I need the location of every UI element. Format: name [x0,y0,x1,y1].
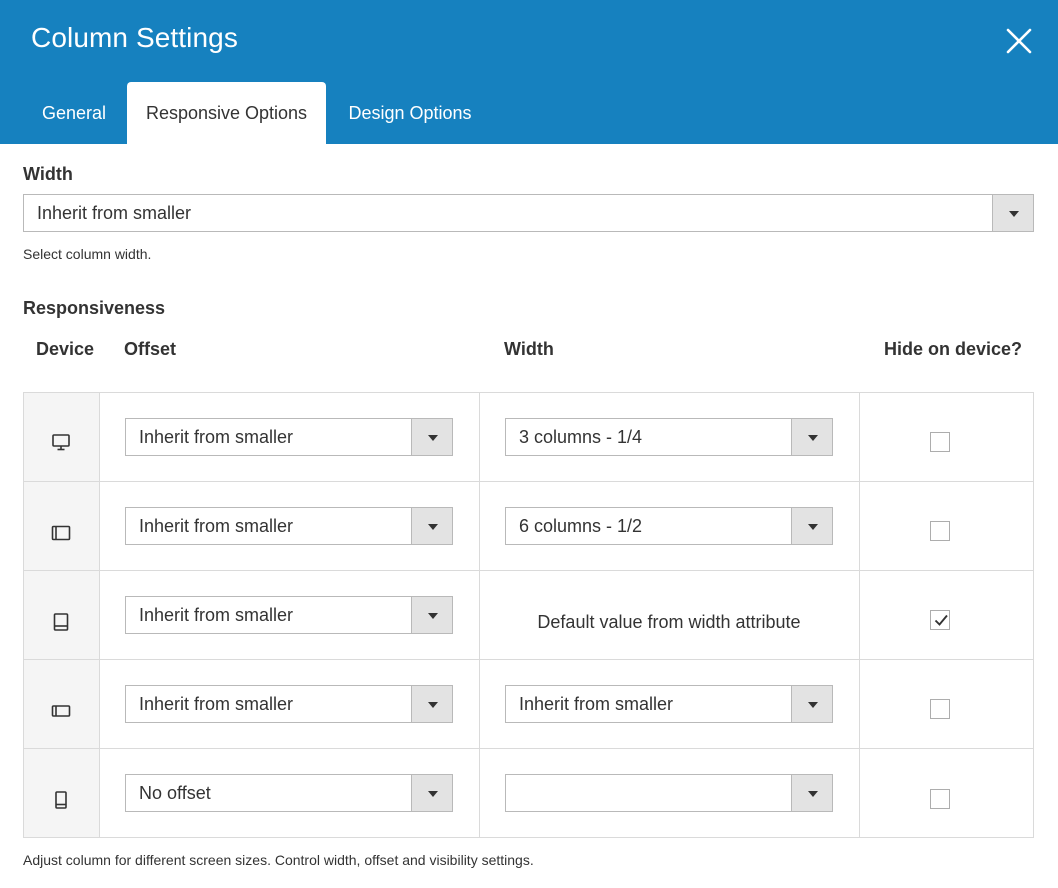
width-column-header: Width [504,339,554,359]
width-label: Width [23,164,73,184]
hide-checkbox-tablet-portrait[interactable] [930,610,950,630]
chevron-down-icon[interactable] [411,597,452,633]
width-select-tablet-landscape[interactable]: 6 columns - 1/2 [505,507,833,545]
hide-checkbox-mobile-portrait[interactable] [930,789,950,809]
width-select-value: Inherit from smaller [37,203,192,223]
chevron-down-icon[interactable] [791,775,832,811]
row-divider [24,570,1033,571]
width-select[interactable]: Inherit from smaller [23,194,1034,232]
chevron-down-icon[interactable] [411,419,452,455]
column-divider [859,393,860,837]
row-divider [24,659,1033,660]
chevron-down-icon[interactable] [791,508,832,544]
desktop-icon [50,431,72,453]
offset-select-value: Inherit from smaller [139,694,294,714]
tablet-landscape-icon [50,522,72,544]
chevron-down-icon[interactable] [791,686,832,722]
modal-title: Column Settings [31,22,238,53]
offset-select-value: Inherit from smaller [139,605,294,625]
mobile-landscape-icon [50,700,72,722]
chevron-down-icon[interactable] [992,195,1033,231]
mobile-portrait-icon [50,789,72,811]
width-select-value: 3 columns - 1/4 [519,427,643,447]
offset-select-mobile-landscape[interactable]: Inherit from smaller [125,685,453,723]
tab-design-options[interactable]: Design Options [330,82,490,144]
tablet-portrait-icon [50,611,72,633]
width-select-mobile-landscape[interactable]: Inherit from smaller [505,685,833,723]
chevron-down-icon[interactable] [411,686,452,722]
row-divider [24,481,1033,482]
tab-general[interactable]: General [24,82,124,144]
chevron-down-icon[interactable] [411,508,452,544]
width-select-desktop[interactable]: 3 columns - 1/4 [505,418,833,456]
width-help-text: Select column width. [23,246,152,262]
row-divider [24,748,1033,749]
close-icon[interactable] [1000,22,1038,60]
width-select-value: 6 columns - 1/2 [519,516,643,536]
width-default-text: Default value from width attribute [537,612,801,632]
offset-select-value: No offset [139,783,211,803]
modal-header: Column Settings General Responsive Optio… [0,0,1058,144]
responsiveness-help-text: Adjust column for different screen sizes… [23,852,534,868]
offset-select-value: Inherit from smaller [139,516,294,536]
tab-responsive-options[interactable]: Responsive Options [127,82,326,144]
hide-checkbox-tablet-landscape[interactable] [930,521,950,541]
chevron-down-icon[interactable] [411,775,452,811]
offset-select-value: Inherit from smaller [139,427,294,447]
hide-checkbox-desktop[interactable] [930,432,950,452]
checkmark-icon [934,614,948,626]
width-select-mobile-portrait[interactable] [505,774,833,812]
offset-select-tablet-portrait[interactable]: Inherit from smaller [125,596,453,634]
hide-column-header: Hide on device? [884,339,1023,359]
offset-select-desktop[interactable]: Inherit from smaller [125,418,453,456]
responsiveness-label: Responsiveness [23,298,166,318]
hide-checkbox-mobile-landscape[interactable] [930,699,950,719]
width-select-value: Inherit from smaller [519,694,674,714]
chevron-down-icon[interactable] [791,419,832,455]
device-column-header: Device [36,339,95,359]
offset-select-tablet-landscape[interactable]: Inherit from smaller [125,507,453,545]
column-divider [99,393,100,837]
offset-column-header: Offset [124,339,177,359]
offset-select-mobile-portrait[interactable]: No offset [125,774,453,812]
